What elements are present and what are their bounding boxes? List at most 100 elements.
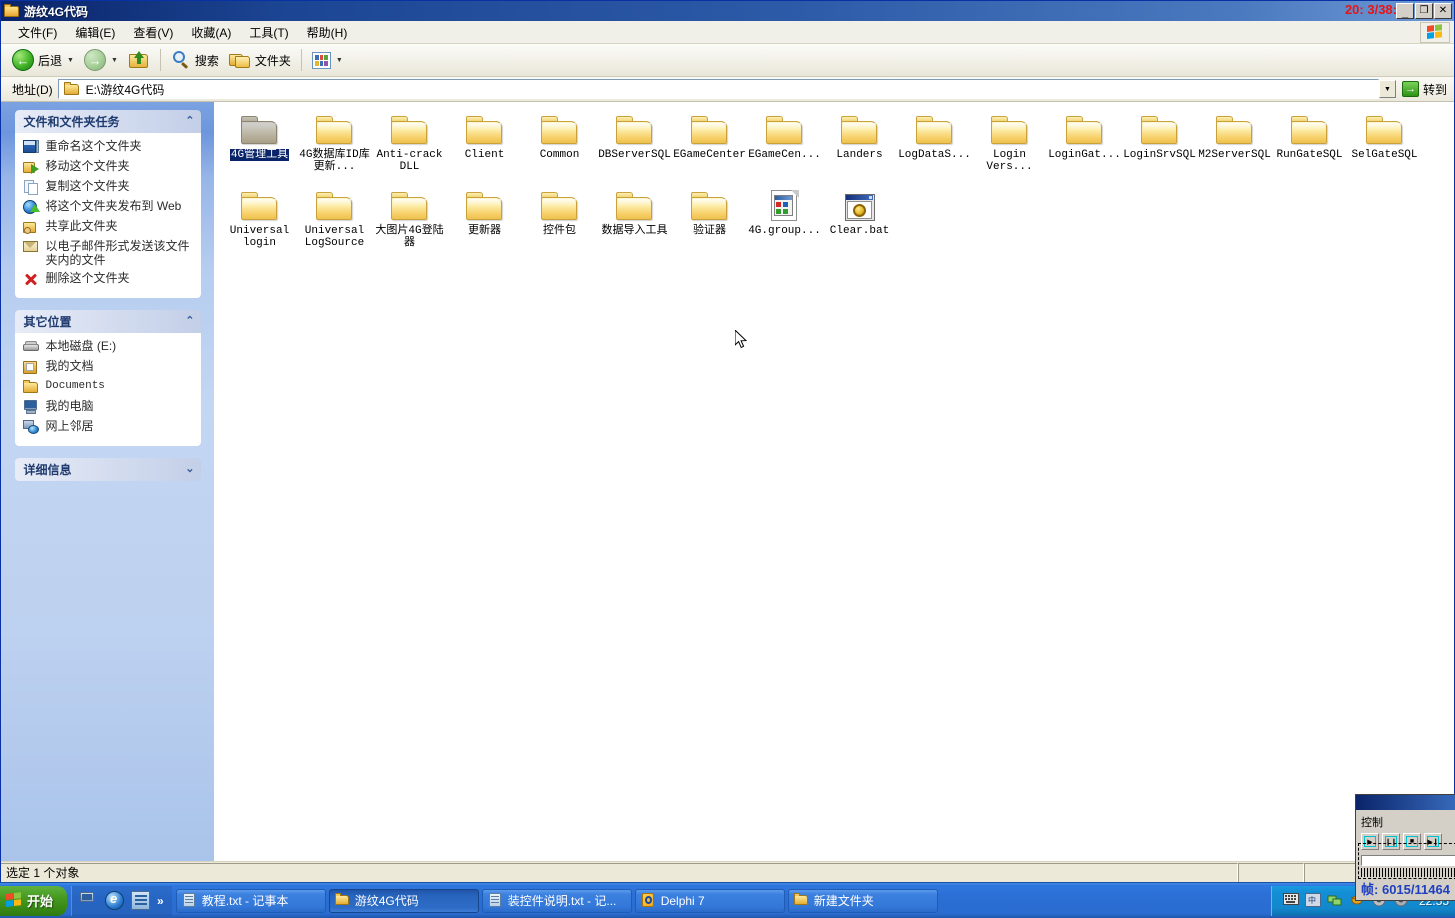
back-button[interactable]: ← 后退 ▼ (7, 46, 79, 74)
file-item[interactable]: Clear.bat (822, 186, 897, 254)
move-icon (22, 160, 41, 176)
back-arrow-icon: ← (12, 49, 34, 71)
close-button[interactable]: ✕ (1434, 3, 1452, 19)
file-item[interactable]: Landers (822, 110, 897, 178)
panel-header-details[interactable]: 详细信息 ⌄ (14, 458, 201, 481)
folders-button[interactable]: 文件夹 (224, 46, 296, 74)
task-copy-folder-label: 复制这个文件夹 (45, 179, 130, 193)
forward-button[interactable]: → ▼ (79, 46, 123, 74)
maximize-button[interactable]: ❐ (1415, 3, 1433, 19)
menu-edit[interactable]: 编辑(E) (66, 22, 124, 43)
file-icon-wrap (844, 186, 875, 222)
file-label: DBServerSQL (598, 149, 671, 161)
task-move-folder[interactable]: 移动这个文件夹 (22, 159, 197, 176)
go-button[interactable]: → 转到 (1400, 79, 1451, 99)
file-item[interactable]: 4G管理工具 (222, 110, 297, 178)
place-my-computer[interactable]: 我的电脑 (23, 399, 197, 415)
keyboard-icon[interactable] (1282, 892, 1299, 909)
file-item[interactable]: 验证器 (672, 186, 747, 254)
taskbar-button[interactable]: Delphi 7 (634, 888, 785, 913)
hard-drive-icon (22, 340, 41, 356)
file-item[interactable]: Universal login (222, 186, 297, 254)
seek-track[interactable] (1361, 855, 1455, 866)
file-item[interactable]: EGameCen... (747, 110, 822, 178)
menu-tools[interactable]: 工具(T) (240, 22, 297, 43)
address-dropdown-button[interactable]: ▼ (1378, 80, 1396, 98)
chevron-down-icon[interactable]: ⌄ (185, 464, 194, 475)
task-rename-folder[interactable]: 重命名这个文件夹 (22, 139, 197, 155)
file-item[interactable]: 控件包 (522, 186, 597, 254)
share-folder-icon (22, 220, 41, 236)
place-documents[interactable]: Documents (22, 379, 197, 395)
task-publish-web[interactable]: 将这个文件夹发布到 Web (22, 199, 197, 215)
forward-dropdown-icon[interactable]: ▼ (111, 57, 118, 64)
network-icon[interactable] (1327, 893, 1343, 909)
place-network-neighborhood[interactable]: 网上邻居 (22, 419, 197, 435)
file-item[interactable]: 数据导入工具 (597, 186, 672, 254)
file-item[interactable]: M2ServerSQL (1197, 110, 1272, 178)
chevron-up-icon[interactable]: ⌃ (185, 316, 194, 327)
file-item[interactable]: EGameCenter (672, 110, 747, 178)
quick-launch-overflow-icon[interactable]: » (157, 894, 164, 908)
file-item[interactable]: Client (447, 110, 522, 178)
menu-file[interactable]: 文件(F) (9, 22, 66, 43)
minimize-button[interactable]: _ (1396, 3, 1414, 19)
menu-help[interactable]: 帮助(H) (298, 22, 357, 43)
next-frame-button[interactable]: ▶❙ (1424, 833, 1442, 850)
taskbar-button[interactable]: 装控件说明.txt - 记... (481, 888, 632, 913)
play-button[interactable]: ▶ (1361, 833, 1379, 850)
file-item[interactable]: LoginGat... (1047, 110, 1122, 178)
file-item[interactable]: LogDataS... (897, 110, 972, 178)
file-item[interactable]: Login Vers... (972, 110, 1047, 178)
panel-header-tasks[interactable]: 文件和文件夹任务 ⌃ (14, 110, 201, 133)
playback-control-panel[interactable]: 控制 ▶ ❙❙ ■ ▶❙ 帧: 6015/11464 (1355, 794, 1455, 901)
stop-button[interactable]: ■ (1403, 833, 1421, 850)
file-item[interactable]: RunGateSQL (1272, 110, 1347, 178)
panel-header-other-places[interactable]: 其它位置 ⌃ (14, 310, 201, 333)
file-item[interactable]: LoginSrvSQL (1122, 110, 1197, 178)
file-item[interactable]: DBServerSQL (597, 110, 672, 178)
views-dropdown-icon[interactable]: ▼ (336, 57, 343, 64)
window-titlebar[interactable]: 游纹4G代码 20: 3/38: _ ❐ ✕ (1, 1, 1454, 21)
back-dropdown-icon[interactable]: ▼ (67, 57, 74, 64)
file-item[interactable]: 更新器 (447, 186, 522, 254)
file-item[interactable]: SelGateSQL (1347, 110, 1422, 178)
place-local-disk-e[interactable]: 本地磁盘 (E:) (22, 339, 197, 356)
pause-icon: ❙❙ (1385, 836, 1397, 847)
file-item[interactable]: Universal LogSource (297, 186, 372, 254)
address-input[interactable]: E:\游纹4G代码 (57, 79, 1379, 99)
file-item[interactable]: 4G数据库ID库更新... (297, 110, 372, 178)
start-button[interactable]: 开始 (0, 885, 68, 916)
task-delete-folder[interactable]: 删除这个文件夹 (23, 271, 197, 287)
task-email-files[interactable]: 以电子邮件形式发送该文件夹内的文件 (22, 239, 197, 267)
taskbar-button[interactable]: 游纹4G代码 (328, 888, 479, 913)
file-label: M2ServerSQL (1198, 149, 1271, 161)
show-desktop-icon[interactable] (131, 890, 151, 911)
views-button[interactable]: ▼ (307, 46, 348, 74)
taskbar-button[interactable]: 新建文件夹 (787, 888, 938, 913)
delete-icon (23, 272, 41, 288)
menu-favorites[interactable]: 收藏(A) (182, 22, 240, 43)
place-my-documents[interactable]: 我的文档 (22, 359, 197, 375)
taskbar-button[interactable]: 教程.txt - 记事本 (175, 888, 326, 913)
menu-view[interactable]: 查看(V) (124, 22, 182, 43)
file-icon-wrap (240, 186, 279, 222)
task-move-folder-label: 移动这个文件夹 (45, 159, 130, 173)
my-computer-icon[interactable] (79, 891, 99, 911)
task-copy-folder[interactable]: 复制这个文件夹 (23, 179, 197, 195)
chevron-up-icon[interactable]: ⌃ (185, 116, 194, 127)
task-share-folder[interactable]: 共享此文件夹 (22, 219, 197, 236)
ime-icon[interactable]: 中 (1304, 892, 1321, 909)
file-item[interactable]: Common (522, 110, 597, 178)
file-item[interactable]: Anti-crack DLL (372, 110, 447, 178)
file-item[interactable]: 大图片4G登陆器 (372, 186, 447, 254)
pause-button[interactable]: ❙❙ (1382, 833, 1400, 850)
search-button[interactable]: 搜索 (166, 46, 224, 74)
up-button[interactable] (123, 46, 155, 74)
file-list-view[interactable]: 4G管理工具 4G数据库ID库更新... Anti-crack DLL Client C… (214, 102, 1454, 861)
control-panel-titlebar[interactable] (1356, 795, 1455, 810)
frame-counter-value: 6015/11464 (1381, 882, 1450, 897)
copy-icon (23, 180, 41, 196)
file-item[interactable]: 4G.group... (747, 186, 822, 254)
internet-explorer-icon[interactable] (105, 890, 125, 911)
